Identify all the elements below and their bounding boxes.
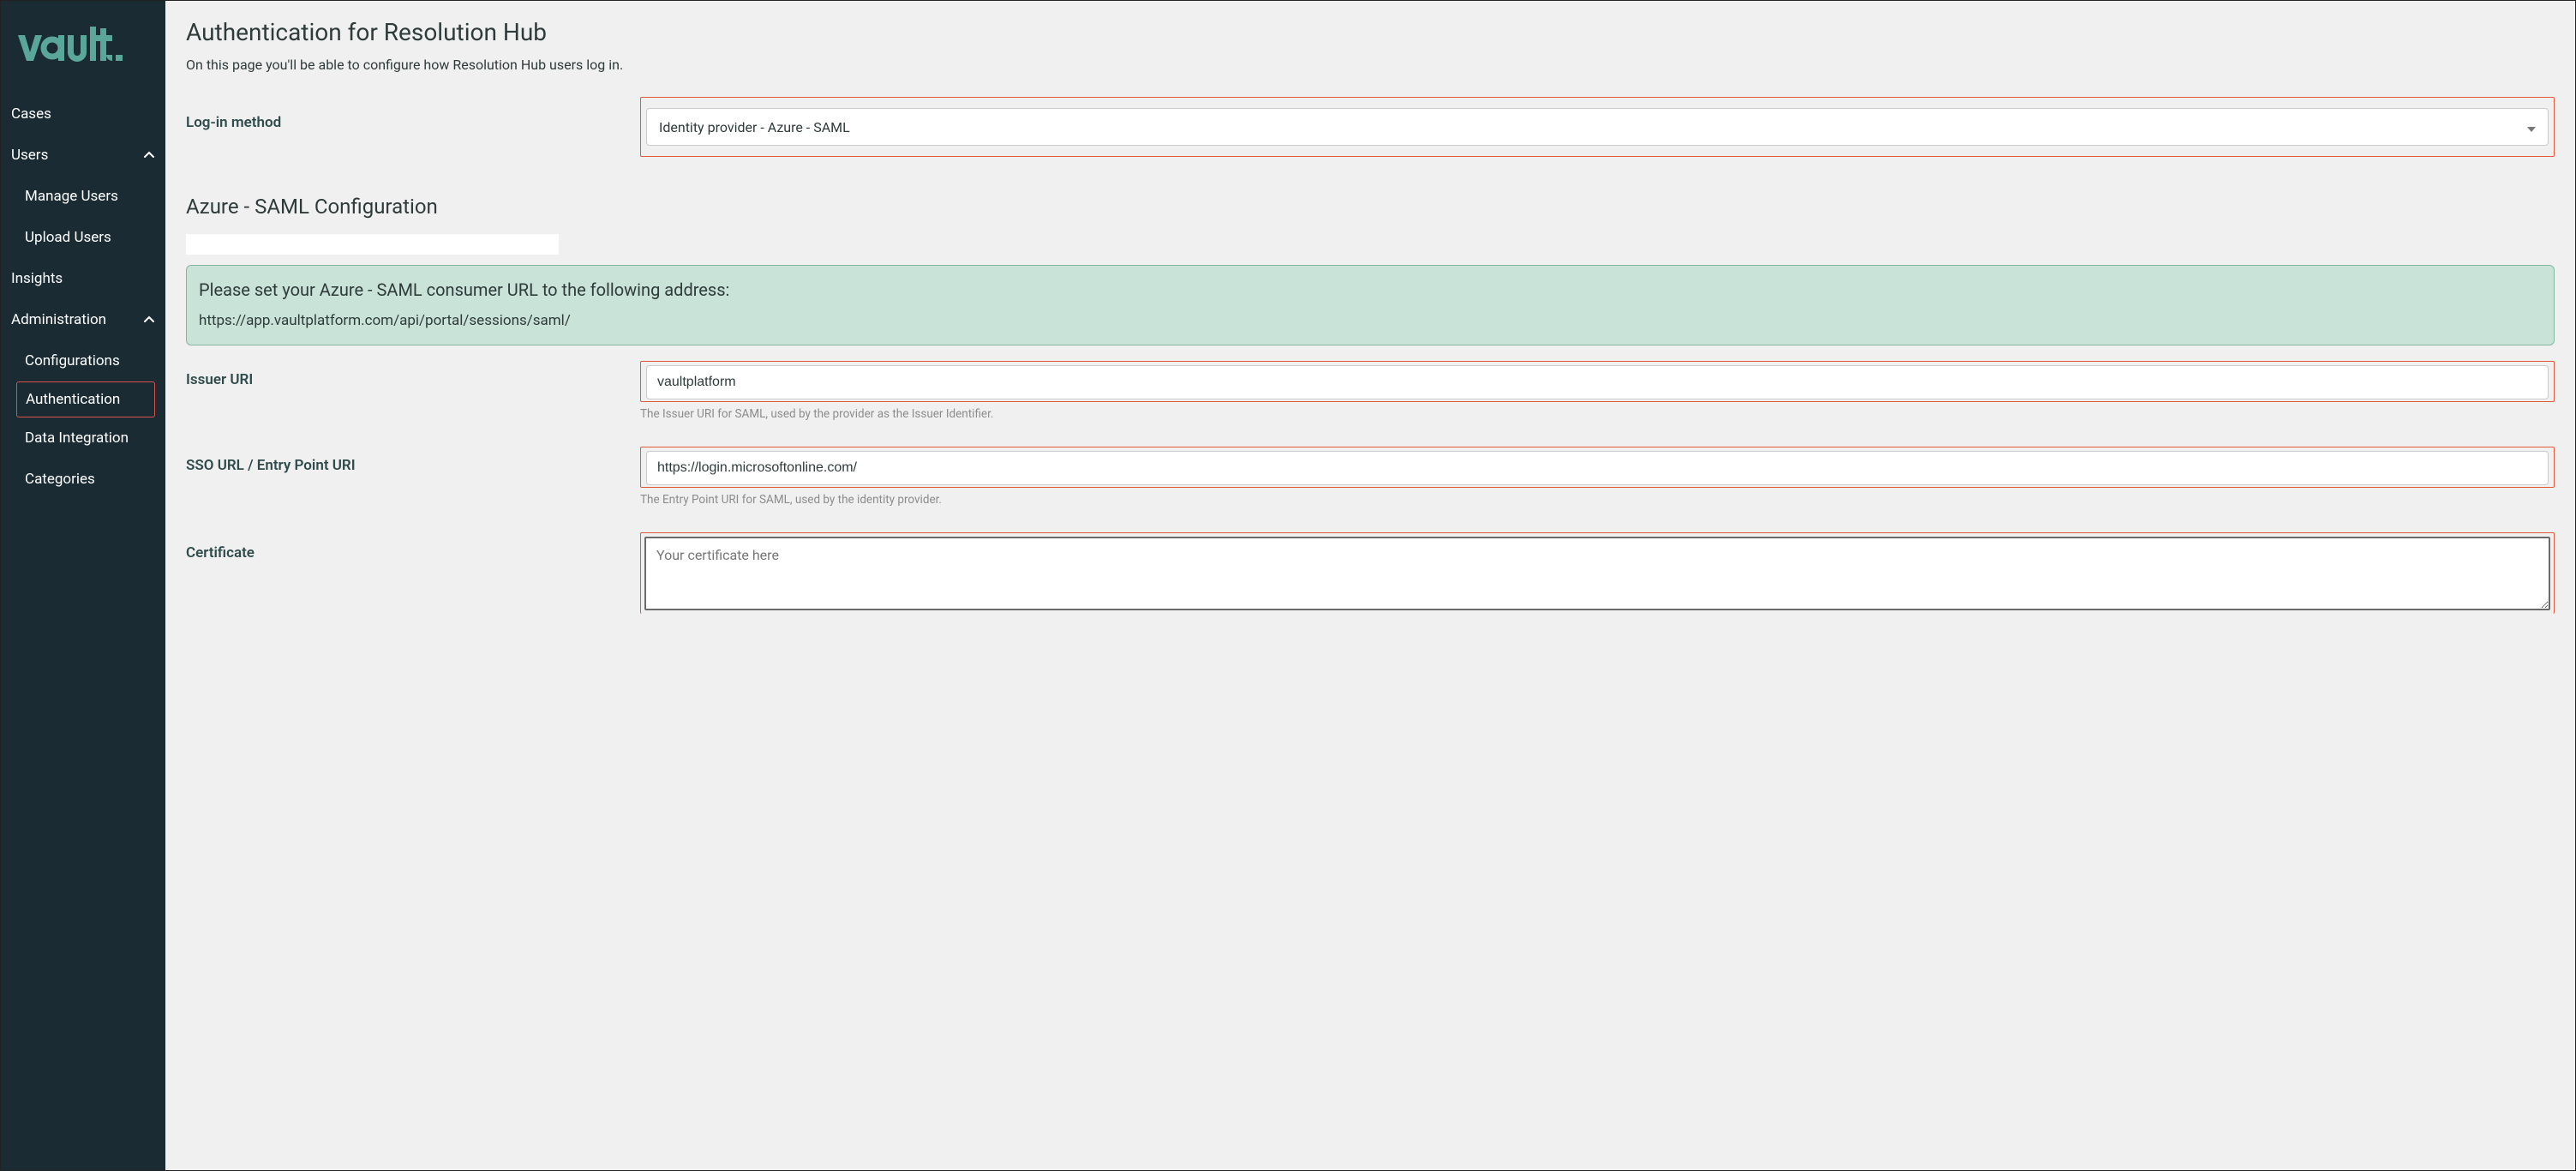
sidebar-item-label: Administration — [11, 311, 106, 328]
sidebar-item-upload-users[interactable]: Upload Users — [1, 217, 165, 258]
sidebar-item-manage-users[interactable]: Manage Users — [1, 176, 165, 217]
sidebar-item-label: Configurations — [25, 352, 120, 369]
sidebar-item-administration[interactable]: Administration — [1, 299, 165, 340]
issuer-row: Issuer URI The Issuer URI for SAML, used… — [186, 361, 2555, 421]
highlight-wrap — [640, 361, 2555, 402]
sidebar-item-label: Authentication — [26, 391, 120, 408]
saml-info-banner: Please set your Azure - SAML consumer UR… — [186, 265, 2555, 345]
app-root: Cases Users Manage Users Upload Users In… — [0, 0, 2576, 1171]
sidebar-item-label: Manage Users — [25, 188, 118, 205]
sso-control: The Entry Point URI for SAML, used by th… — [640, 447, 2555, 507]
chevron-up-icon — [143, 314, 155, 326]
certificate-row: Certificate — [186, 532, 2555, 614]
sidebar-item-users[interactable]: Users — [1, 135, 165, 176]
login-method-row: Log-in method Identity provider - Azure … — [186, 97, 2555, 157]
certificate-label: Certificate — [186, 532, 640, 561]
info-banner-title: Please set your Azure - SAML consumer UR… — [199, 279, 2542, 300]
sidebar-item-authentication[interactable]: Authentication — [16, 381, 155, 417]
issuer-input[interactable] — [646, 365, 2549, 399]
sidebar-item-label: Upload Users — [25, 229, 111, 246]
sso-help-text: The Entry Point URI for SAML, used by th… — [640, 493, 2555, 507]
sso-input[interactable] — [646, 451, 2549, 485]
vault-logo-icon — [18, 27, 138, 68]
login-method-label: Log-in method — [186, 97, 640, 131]
sso-row: SSO URL / Entry Point URI The Entry Poin… — [186, 447, 2555, 507]
sidebar-item-data-integration[interactable]: Data Integration — [1, 417, 165, 459]
brand-logo — [1, 1, 165, 93]
sidebar-item-label: Users — [11, 147, 48, 164]
sidebar: Cases Users Manage Users Upload Users In… — [1, 1, 165, 1170]
spacer — [186, 429, 2555, 447]
issuer-help-text: The Issuer URI for SAML, used by the pro… — [640, 407, 2555, 421]
caret-down-icon — [2527, 119, 2536, 135]
sidebar-item-label: Insights — [11, 270, 63, 287]
certificate-textarea[interactable] — [644, 537, 2550, 610]
blank-placeholder — [186, 234, 559, 255]
sidebar-item-label: Categories — [25, 471, 95, 488]
highlight-wrap — [640, 532, 2555, 614]
login-method-select[interactable]: Identity provider - Azure - SAML — [646, 108, 2549, 146]
login-method-control: Identity provider - Azure - SAML — [640, 97, 2555, 157]
sidebar-item-label: Data Integration — [25, 429, 129, 447]
section-title: Azure - SAML Configuration — [186, 195, 2555, 219]
certificate-control — [640, 532, 2555, 614]
select-value: Identity provider - Azure - SAML — [659, 119, 850, 135]
page-title: Authentication for Resolution Hub — [186, 18, 2555, 46]
page-description: On this page you'll be able to configure… — [186, 57, 2555, 73]
sidebar-item-label: Cases — [11, 105, 51, 123]
sidebar-item-configurations[interactable]: Configurations — [1, 340, 165, 381]
chevron-up-icon — [143, 149, 155, 161]
info-banner-url: https://app.vaultplatform.com/api/portal… — [199, 312, 2542, 329]
main-content: Authentication for Resolution Hub On thi… — [165, 1, 2575, 1170]
highlight-wrap — [640, 447, 2555, 488]
sidebar-item-categories[interactable]: Categories — [1, 459, 165, 500]
sidebar-nav: Cases Users Manage Users Upload Users In… — [1, 93, 165, 500]
sso-label: SSO URL / Entry Point URI — [186, 447, 640, 474]
sidebar-item-cases[interactable]: Cases — [1, 93, 165, 135]
issuer-control: The Issuer URI for SAML, used by the pro… — [640, 361, 2555, 421]
highlight-wrap: Identity provider - Azure - SAML — [640, 97, 2555, 157]
sidebar-item-insights[interactable]: Insights — [1, 258, 165, 299]
spacer — [186, 515, 2555, 532]
issuer-label: Issuer URI — [186, 361, 640, 388]
